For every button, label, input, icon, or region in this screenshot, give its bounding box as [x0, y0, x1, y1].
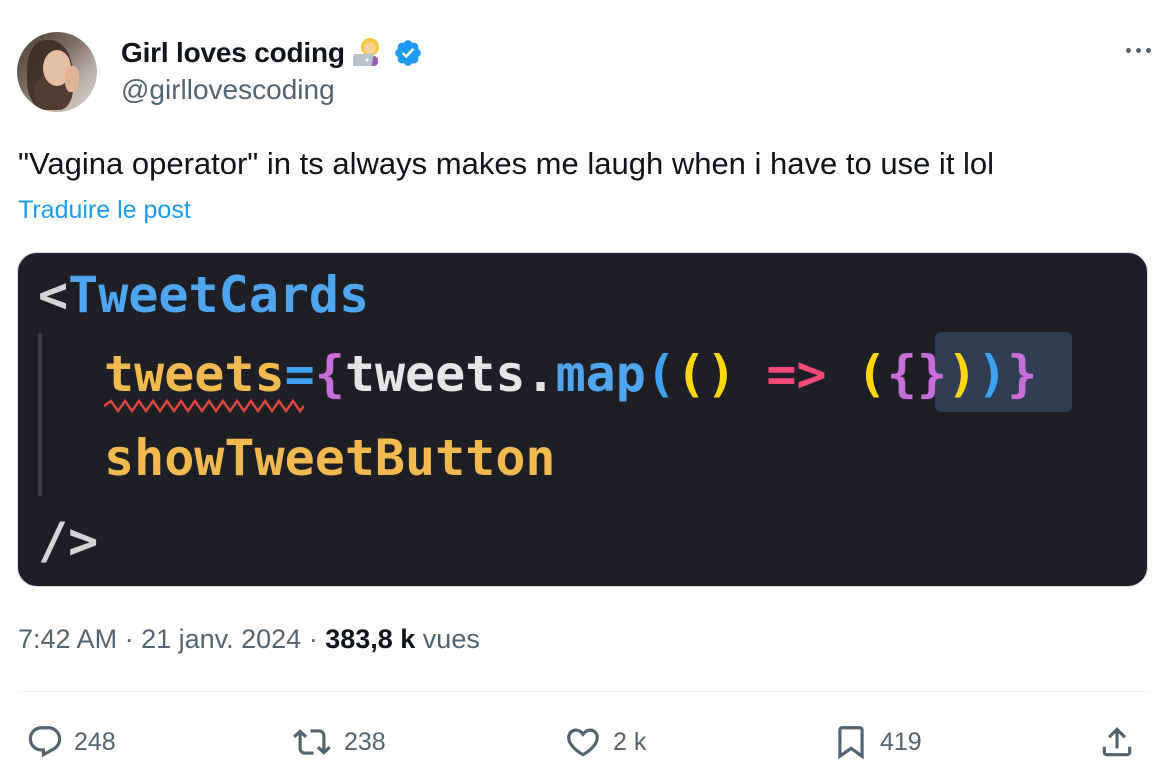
share-button[interactable]: [1098, 718, 1136, 766]
code-line-4: />: [38, 512, 99, 570]
translate-post-link[interactable]: Traduire le post: [18, 196, 191, 225]
error-squiggle: [104, 399, 304, 413]
code-line-1: <TweetCards: [38, 266, 370, 324]
post-text: "Vagina operator" in ts always makes me …: [18, 146, 995, 181]
action-bar: 248 238 2 k 419: [0, 718, 1172, 766]
woman-technologist-icon: [351, 36, 387, 70]
code-snippet: <TweetCards tweets={tweets.map(() => ({}…: [18, 253, 1147, 586]
divider: [18, 691, 1150, 692]
repost-count: 238: [344, 727, 386, 756]
repost-button[interactable]: 238: [290, 718, 386, 766]
post-date[interactable]: 21 janv. 2024: [141, 624, 301, 654]
views-count: 383,8 k: [325, 624, 416, 654]
reply-button[interactable]: 248: [26, 718, 116, 766]
more-options-icon[interactable]: [1118, 38, 1158, 62]
bookmark-button[interactable]: 419: [832, 718, 922, 766]
post-meta: 7:42 AM · 21 janv. 2024 · 383,8 k vues: [18, 624, 480, 654]
code-line-2: tweets={tweets.map(() => ({}))}: [104, 345, 1038, 403]
reply-count: 248: [74, 727, 116, 756]
code-line-3: showTweetButton: [104, 429, 556, 487]
author-name-row: Girl loves coding: [121, 34, 423, 72]
repost-icon: [293, 729, 331, 755]
post-image[interactable]: <TweetCards tweets={tweets.map(() => ({}…: [17, 252, 1148, 587]
author-display-name[interactable]: Girl loves coding: [121, 37, 345, 69]
post-time[interactable]: 7:42 AM: [18, 624, 117, 654]
like-button[interactable]: 2 k: [563, 718, 646, 766]
author-avatar[interactable]: [17, 32, 97, 112]
reply-icon: [28, 726, 62, 758]
share-icon: [1102, 727, 1132, 757]
bookmark-count: 419: [880, 727, 922, 756]
author-handle[interactable]: @girllovescoding: [121, 74, 335, 106]
verified-badge-icon: [393, 38, 423, 68]
like-count: 2 k: [613, 727, 647, 756]
views-label: vues: [415, 624, 480, 654]
bookmark-icon: [838, 726, 864, 760]
heart-icon: [567, 728, 599, 757]
indent-guide: [38, 333, 42, 496]
